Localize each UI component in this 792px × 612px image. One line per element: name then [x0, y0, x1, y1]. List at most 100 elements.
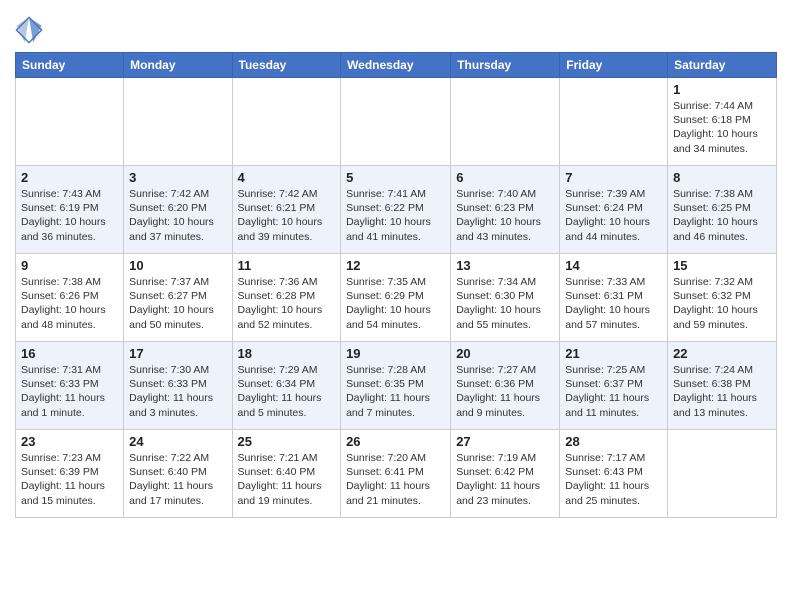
day-info: Sunrise: 7:21 AM Sunset: 6:40 PM Dayligh…	[238, 451, 336, 508]
calendar-cell: 27 Sunrise: 7:19 AM Sunset: 6:42 PM Dayli…	[451, 430, 560, 518]
day-number: 25	[238, 434, 336, 449]
day-number: 21	[565, 346, 662, 361]
day-number: 4	[238, 170, 336, 185]
calendar-cell: 18 Sunrise: 7:29 AM Sunset: 6:34 PM Dayli…	[232, 342, 341, 430]
day-number: 14	[565, 258, 662, 273]
day-info: Sunrise: 7:34 AM Sunset: 6:30 PM Dayligh…	[456, 275, 554, 332]
calendar-cell: 23 Sunrise: 7:23 AM Sunset: 6:39 PM Dayli…	[16, 430, 124, 518]
day-info: Sunrise: 7:38 AM Sunset: 6:25 PM Dayligh…	[673, 187, 771, 244]
day-number: 26	[346, 434, 445, 449]
calendar-cell: 22Sunrise: 7:24 AM Sunset: 6:38 PM Dayli…	[668, 342, 777, 430]
day-info: Sunrise: 7:19 AM Sunset: 6:42 PM Dayligh…	[456, 451, 554, 508]
day-info: Sunrise: 7:35 AM Sunset: 6:29 PM Dayligh…	[346, 275, 445, 332]
column-header-monday: Monday	[124, 53, 232, 78]
calendar-cell: 2 Sunrise: 7:43 AM Sunset: 6:19 PM Daylig…	[16, 166, 124, 254]
calendar-cell: 26 Sunrise: 7:20 AM Sunset: 6:41 PM Dayli…	[341, 430, 451, 518]
calendar-cell: 24 Sunrise: 7:22 AM Sunset: 6:40 PM Dayli…	[124, 430, 232, 518]
calendar-cell: 14 Sunrise: 7:33 AM Sunset: 6:31 PM Dayli…	[560, 254, 668, 342]
day-info: Sunrise: 7:32 AM Sunset: 6:32 PM Dayligh…	[673, 275, 771, 332]
calendar-header-row: SundayMondayTuesdayWednesdayThursdayFrid…	[16, 53, 777, 78]
column-header-tuesday: Tuesday	[232, 53, 341, 78]
day-info: Sunrise: 7:23 AM Sunset: 6:39 PM Dayligh…	[21, 451, 118, 508]
calendar-cell: 19 Sunrise: 7:28 AM Sunset: 6:35 PM Dayli…	[341, 342, 451, 430]
calendar-cell: 8 Sunrise: 7:38 AM Sunset: 6:25 PM Daylig…	[668, 166, 777, 254]
calendar-cell: 17 Sunrise: 7:30 AM Sunset: 6:33 PM Dayli…	[124, 342, 232, 430]
calendar-cell: 6 Sunrise: 7:40 AM Sunset: 6:23 PM Daylig…	[451, 166, 560, 254]
logo	[15, 16, 47, 44]
day-number: 6	[456, 170, 554, 185]
day-info: Sunrise: 7:38 AM Sunset: 6:26 PM Dayligh…	[21, 275, 118, 332]
calendar-cell: 20 Sunrise: 7:27 AM Sunset: 6:36 PM Dayli…	[451, 342, 560, 430]
day-info: Sunrise: 7:27 AM Sunset: 6:36 PM Dayligh…	[456, 363, 554, 420]
day-number: 27	[456, 434, 554, 449]
day-number: 16	[21, 346, 118, 361]
day-info: Sunrise: 7:42 AM Sunset: 6:20 PM Dayligh…	[129, 187, 226, 244]
calendar-cell	[451, 78, 560, 166]
calendar-cell: 16 Sunrise: 7:31 AM Sunset: 6:33 PM Dayli…	[16, 342, 124, 430]
day-number: 3	[129, 170, 226, 185]
calendar-cell	[668, 430, 777, 518]
calendar-week-3: 9Sunrise: 7:38 AM Sunset: 6:26 PM Daylig…	[16, 254, 777, 342]
calendar-cell: 9Sunrise: 7:38 AM Sunset: 6:26 PM Daylig…	[16, 254, 124, 342]
day-info: Sunrise: 7:42 AM Sunset: 6:21 PM Dayligh…	[238, 187, 336, 244]
calendar-cell: 21 Sunrise: 7:25 AM Sunset: 6:37 PM Dayli…	[560, 342, 668, 430]
day-info: Sunrise: 7:43 AM Sunset: 6:19 PM Dayligh…	[21, 187, 118, 244]
day-number: 20	[456, 346, 554, 361]
day-number: 11	[238, 258, 336, 273]
day-number: 2	[21, 170, 118, 185]
calendar-cell: 15 Sunrise: 7:32 AM Sunset: 6:32 PM Dayli…	[668, 254, 777, 342]
calendar-week-2: 2 Sunrise: 7:43 AM Sunset: 6:19 PM Daylig…	[16, 166, 777, 254]
day-number: 7	[565, 170, 662, 185]
column-header-sunday: Sunday	[16, 53, 124, 78]
day-number: 23	[21, 434, 118, 449]
day-number: 17	[129, 346, 226, 361]
day-info: Sunrise: 7:33 AM Sunset: 6:31 PM Dayligh…	[565, 275, 662, 332]
day-info: Sunrise: 7:41 AM Sunset: 6:22 PM Dayligh…	[346, 187, 445, 244]
day-number: 10	[129, 258, 226, 273]
calendar-cell: 4 Sunrise: 7:42 AM Sunset: 6:21 PM Daylig…	[232, 166, 341, 254]
day-number: 8	[673, 170, 771, 185]
day-info: Sunrise: 7:31 AM Sunset: 6:33 PM Dayligh…	[21, 363, 118, 420]
day-number: 15	[673, 258, 771, 273]
column-header-wednesday: Wednesday	[341, 53, 451, 78]
calendar-week-1: 1Sunrise: 7:44 AM Sunset: 6:18 PM Daylig…	[16, 78, 777, 166]
day-info: Sunrise: 7:28 AM Sunset: 6:35 PM Dayligh…	[346, 363, 445, 420]
day-number: 19	[346, 346, 445, 361]
day-info: Sunrise: 7:25 AM Sunset: 6:37 PM Dayligh…	[565, 363, 662, 420]
calendar-cell	[16, 78, 124, 166]
calendar-week-4: 16 Sunrise: 7:31 AM Sunset: 6:33 PM Dayli…	[16, 342, 777, 430]
calendar-cell: 25 Sunrise: 7:21 AM Sunset: 6:40 PM Dayli…	[232, 430, 341, 518]
calendar-cell: 12Sunrise: 7:35 AM Sunset: 6:29 PM Dayli…	[341, 254, 451, 342]
day-info: Sunrise: 7:40 AM Sunset: 6:23 PM Dayligh…	[456, 187, 554, 244]
calendar-week-5: 23 Sunrise: 7:23 AM Sunset: 6:39 PM Dayli…	[16, 430, 777, 518]
calendar-cell: 13 Sunrise: 7:34 AM Sunset: 6:30 PM Dayli…	[451, 254, 560, 342]
day-info: Sunrise: 7:20 AM Sunset: 6:41 PM Dayligh…	[346, 451, 445, 508]
day-number: 18	[238, 346, 336, 361]
day-info: Sunrise: 7:22 AM Sunset: 6:40 PM Dayligh…	[129, 451, 226, 508]
calendar-cell: 5 Sunrise: 7:41 AM Sunset: 6:22 PM Daylig…	[341, 166, 451, 254]
column-header-saturday: Saturday	[668, 53, 777, 78]
day-number: 5	[346, 170, 445, 185]
calendar-cell	[341, 78, 451, 166]
calendar-cell	[560, 78, 668, 166]
day-info: Sunrise: 7:30 AM Sunset: 6:33 PM Dayligh…	[129, 363, 226, 420]
calendar-cell: 10 Sunrise: 7:37 AM Sunset: 6:27 PM Dayli…	[124, 254, 232, 342]
day-info: Sunrise: 7:24 AM Sunset: 6:38 PM Dayligh…	[673, 363, 771, 420]
page-header	[15, 10, 777, 44]
day-info: Sunrise: 7:39 AM Sunset: 6:24 PM Dayligh…	[565, 187, 662, 244]
calendar-cell: 7 Sunrise: 7:39 AM Sunset: 6:24 PM Daylig…	[560, 166, 668, 254]
day-info: Sunrise: 7:44 AM Sunset: 6:18 PM Dayligh…	[673, 99, 771, 156]
day-info: Sunrise: 7:29 AM Sunset: 6:34 PM Dayligh…	[238, 363, 336, 420]
day-info: Sunrise: 7:37 AM Sunset: 6:27 PM Dayligh…	[129, 275, 226, 332]
day-number: 28	[565, 434, 662, 449]
column-header-friday: Friday	[560, 53, 668, 78]
column-header-thursday: Thursday	[451, 53, 560, 78]
calendar-table: SundayMondayTuesdayWednesdayThursdayFrid…	[15, 52, 777, 518]
calendar-cell: 1Sunrise: 7:44 AM Sunset: 6:18 PM Daylig…	[668, 78, 777, 166]
calendar-cell	[232, 78, 341, 166]
calendar-cell: 28Sunrise: 7:17 AM Sunset: 6:43 PM Dayli…	[560, 430, 668, 518]
day-info: Sunrise: 7:36 AM Sunset: 6:28 PM Dayligh…	[238, 275, 336, 332]
day-number: 24	[129, 434, 226, 449]
calendar-cell: 11 Sunrise: 7:36 AM Sunset: 6:28 PM Dayli…	[232, 254, 341, 342]
day-number: 13	[456, 258, 554, 273]
